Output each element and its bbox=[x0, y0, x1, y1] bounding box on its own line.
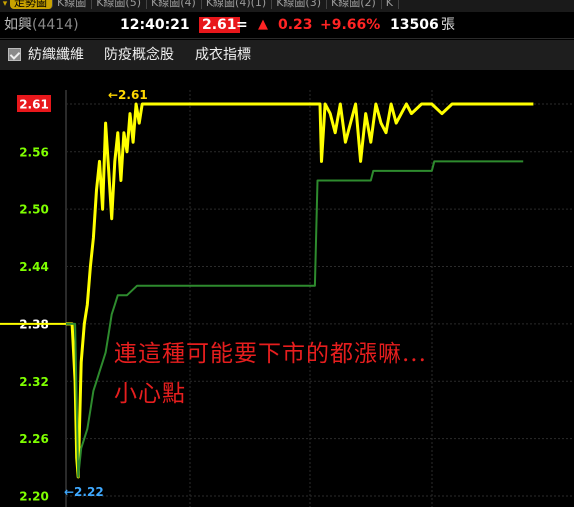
y-tick-label: 2.44 bbox=[19, 260, 49, 274]
volume-unit: 張 bbox=[441, 17, 455, 33]
tab-kline-3[interactable]: K線圖(3) bbox=[272, 0, 327, 9]
stock-name-text: 如興 bbox=[4, 17, 32, 33]
low-price-label: ←2.22 bbox=[64, 485, 104, 499]
current-price-badge: 2.61 bbox=[199, 17, 240, 33]
tab-kline-4[interactable]: K線圖(4) bbox=[147, 0, 202, 9]
checkbox-icon[interactable] bbox=[8, 48, 21, 61]
y-tick-label: 2.56 bbox=[19, 145, 49, 159]
tab-kline[interactable]: K線圖 bbox=[53, 0, 93, 9]
concept-tags: 紡織纖維 防疫概念股 成衣指標 bbox=[0, 40, 574, 70]
tab-kline-4-1[interactable]: K線圖(4)(1) bbox=[202, 0, 273, 9]
y-tick-label: 2.26 bbox=[19, 432, 49, 446]
price-equal-sign: = bbox=[236, 17, 248, 33]
price-change: 0.23 bbox=[278, 17, 313, 33]
volume: 13506 bbox=[390, 17, 439, 33]
price-line bbox=[66, 102, 534, 479]
stock-code: (4414) bbox=[32, 17, 79, 33]
intraday-chart: 2.612.562.502.442.382.322.262.20 ←2.61←2… bbox=[0, 88, 574, 507]
high-price-label: ←2.61 bbox=[108, 88, 148, 102]
y-tick-label: 2.32 bbox=[19, 375, 49, 389]
y-axis-labels: 2.612.562.502.442.382.322.262.20 bbox=[17, 95, 51, 504]
quote-time: 12:40:21 bbox=[120, 17, 190, 33]
concept-tag-textile[interactable]: 紡織纖維 bbox=[28, 40, 84, 70]
up-arrow-icon: ▲ bbox=[258, 17, 268, 32]
overlay-comment-line1: 連這種可能要下市的都漲嘛... bbox=[114, 341, 427, 367]
price-change-percent: +9.66% bbox=[320, 17, 381, 33]
y-tick-label: 2.20 bbox=[19, 490, 49, 504]
y-tick-label: 2.50 bbox=[19, 203, 49, 217]
concept-tag-apparel[interactable]: 成衣指標 bbox=[195, 40, 251, 70]
concept-tag-pandemic[interactable]: 防疫概念股 bbox=[104, 40, 174, 70]
tab-kline-5[interactable]: K線圖(5) bbox=[92, 0, 148, 9]
tab-bar: ▾ 走勢圖 K線圖 K線圖(5) K線圖(4) K線圖(4)(1) K線圖(3) K線圖(2)… bbox=[0, 0, 574, 12]
y-tick-label: 2.61 bbox=[19, 98, 49, 112]
tab-kline-2[interactable]: K線圖(2) bbox=[327, 0, 382, 9]
chevron-icon[interactable]: ▾ bbox=[0, 0, 10, 10]
chart-series bbox=[0, 102, 534, 479]
quote-bar: 如興(4414) 12:40:21 2.61 = ▲ 0.23 +9.66% 1… bbox=[0, 12, 574, 39]
tab-kline-more[interactable]: K bbox=[382, 0, 400, 9]
overlay-comment-line2: 小心點 bbox=[114, 381, 186, 407]
stock-name: 如興(4414) bbox=[4, 12, 79, 38]
tab-trend[interactable]: 走勢圖 bbox=[10, 0, 53, 9]
